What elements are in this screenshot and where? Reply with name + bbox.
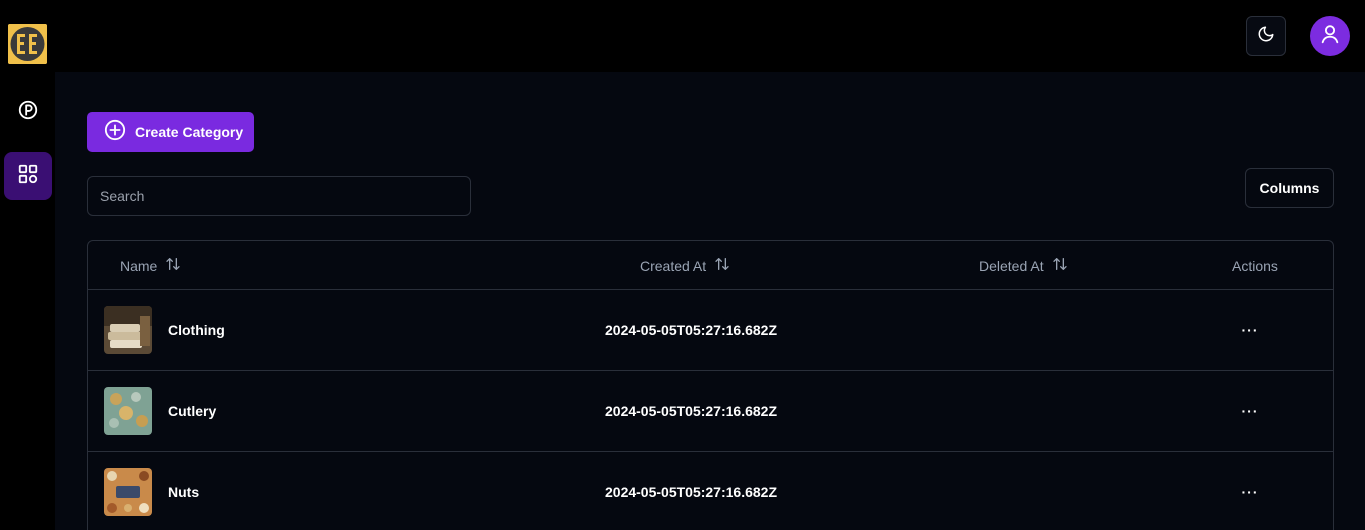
grid-icon <box>17 163 39 190</box>
row-actions-button[interactable]: ··· <box>1236 397 1264 425</box>
sidebar <box>0 72 55 530</box>
app-logo[interactable] <box>8 24 47 64</box>
categories-table: Name Created At Deleted At Actions Cloth… <box>87 240 1334 530</box>
plus-circle-icon <box>104 119 126 146</box>
sort-arrows-icon <box>1052 256 1068 275</box>
columns-button[interactable]: Columns <box>1245 168 1334 208</box>
create-category-label: Create Category <box>135 124 244 140</box>
column-header-label: Actions <box>1232 257 1278 274</box>
row-actions-button[interactable]: ··· <box>1236 316 1264 344</box>
category-name[interactable]: Clothing <box>168 290 225 370</box>
top-bar <box>0 0 1365 72</box>
column-header-label: Created At <box>640 257 707 274</box>
category-image <box>104 468 152 516</box>
main-content: Create Category Columns Name Created At <box>55 72 1365 530</box>
created-at-value: 2024-05-05T05:27:16.682Z <box>605 322 778 338</box>
sidebar-item-categories[interactable] <box>4 152 52 200</box>
column-header-label: Name <box>120 257 158 274</box>
table-row[interactable]: Cutlery 2024-05-05T05:27:16.682Z ··· <box>88 371 1333 452</box>
created-at-value: 2024-05-05T05:27:16.682Z <box>605 484 778 500</box>
column-header-actions: Actions <box>1232 241 1278 290</box>
sort-arrows-icon <box>165 256 181 275</box>
table-row[interactable]: Nuts 2024-05-05T05:27:16.682Z ··· <box>88 452 1333 530</box>
sidebar-item-products[interactable] <box>4 88 52 136</box>
column-header-label: Deleted At <box>979 257 1044 274</box>
theme-toggle-button[interactable] <box>1246 16 1286 56</box>
moon-icon <box>1257 25 1275 48</box>
column-header-name[interactable]: Name <box>120 241 181 290</box>
table-row[interactable]: Clothing 2024-05-05T05:27:16.682Z ··· <box>88 290 1333 371</box>
parking-icon <box>17 99 39 126</box>
column-header-deleted-at[interactable]: Deleted At <box>979 241 1068 290</box>
sort-arrows-icon <box>714 256 730 275</box>
row-actions-button[interactable]: ··· <box>1236 478 1264 506</box>
category-image <box>104 387 152 435</box>
category-name[interactable]: Nuts <box>168 452 199 530</box>
search-input[interactable] <box>87 176 471 216</box>
category-image <box>104 306 152 354</box>
table-header: Name Created At Deleted At Actions <box>88 241 1333 290</box>
created-at-value: 2024-05-05T05:27:16.682Z <box>605 403 778 419</box>
column-header-created-at[interactable]: Created At <box>640 241 730 290</box>
category-name[interactable]: Cutlery <box>168 371 216 451</box>
user-icon <box>1319 23 1341 50</box>
user-avatar-button[interactable] <box>1310 16 1350 56</box>
create-category-button[interactable]: Create Category <box>87 112 254 152</box>
